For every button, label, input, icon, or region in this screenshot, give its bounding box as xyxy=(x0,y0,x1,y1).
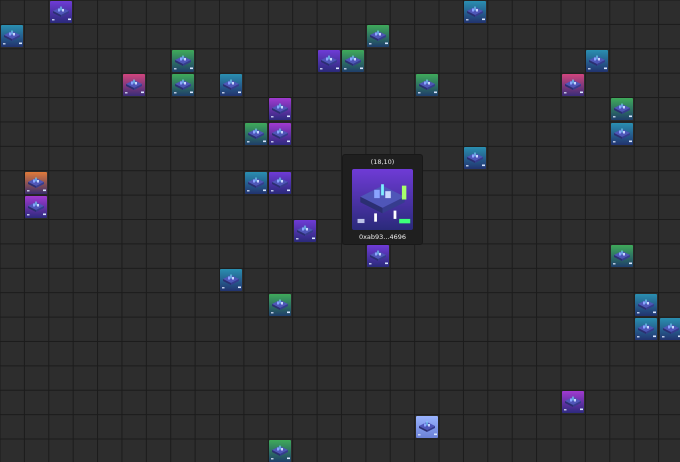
parcel-coordinates: (18,10) xyxy=(370,158,395,166)
land-parcel[interactable] xyxy=(317,49,340,72)
land-parcel[interactable] xyxy=(269,122,292,145)
land-parcel[interactable] xyxy=(464,147,487,170)
land-parcel[interactable] xyxy=(269,293,292,316)
land-parcel[interactable] xyxy=(171,73,194,96)
land-parcel[interactable] xyxy=(122,73,145,96)
land-parcel[interactable] xyxy=(610,122,633,145)
land-parcel[interactable] xyxy=(269,439,292,462)
land-parcel[interactable] xyxy=(244,122,267,145)
parcel-thumbnail[interactable] xyxy=(352,169,413,230)
land-parcel[interactable] xyxy=(464,0,487,23)
land-parcel[interactable] xyxy=(220,73,243,96)
land-parcel[interactable] xyxy=(561,391,584,414)
parcel-info-popup: (18,10) 0xab93...4696 xyxy=(343,155,422,244)
land-parcel[interactable] xyxy=(25,171,48,194)
land-parcel[interactable] xyxy=(342,49,365,72)
land-parcel[interactable] xyxy=(586,49,609,72)
land-parcel[interactable] xyxy=(269,171,292,194)
land-parcel[interactable] xyxy=(244,171,267,194)
land-parcel[interactable] xyxy=(269,98,292,121)
land-parcel[interactable] xyxy=(366,244,389,267)
land-parcel[interactable] xyxy=(635,293,658,316)
land-parcel[interactable] xyxy=(293,220,316,243)
land-parcel[interactable] xyxy=(415,73,438,96)
land-parcel[interactable] xyxy=(0,25,23,48)
land-parcel[interactable] xyxy=(366,25,389,48)
land-parcel[interactable] xyxy=(610,98,633,121)
land-parcel[interactable] xyxy=(220,269,243,292)
land-parcel[interactable] xyxy=(415,415,438,438)
land-parcel[interactable] xyxy=(171,49,194,72)
parcel-owner-address: 0xab93...4696 xyxy=(358,233,407,241)
land-parcel[interactable] xyxy=(49,0,72,23)
land-parcel[interactable] xyxy=(561,73,584,96)
land-parcel[interactable] xyxy=(659,317,680,340)
land-parcel[interactable] xyxy=(25,195,48,218)
land-parcel[interactable] xyxy=(635,317,658,340)
land-parcel[interactable] xyxy=(610,244,633,267)
